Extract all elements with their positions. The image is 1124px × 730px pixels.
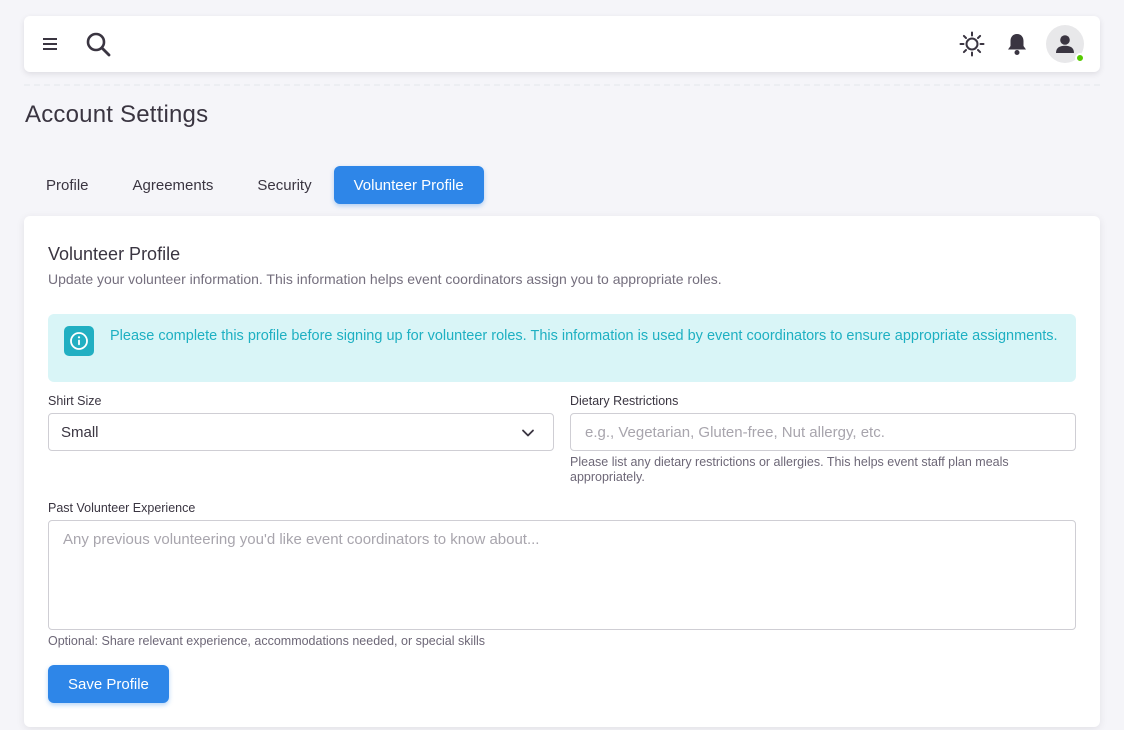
page-title: Account Settings [25,101,209,128]
shirt-size-select[interactable]: Small [48,413,554,451]
settings-tabs: Profile Agreements Security Volunteer Pr… [24,166,484,204]
card-subtitle: Update your volunteer information. This … [48,271,722,287]
tab-security[interactable]: Security [235,166,333,204]
menu-icon[interactable] [38,32,62,56]
volunteer-profile-card: Volunteer Profile Update your volunteer … [24,216,1100,727]
chevron-down-icon [522,429,534,437]
info-icon [64,326,94,356]
shirt-size-label: Shirt Size [48,394,102,408]
divider [24,84,1100,86]
experience-label: Past Volunteer Experience [48,501,196,515]
avatar[interactable] [1046,25,1085,63]
tab-agreements[interactable]: Agreements [111,166,236,204]
shirt-size-value: Small [61,423,99,441]
info-alert: Please complete this profile before sign… [48,314,1076,382]
online-status-dot [1075,53,1085,63]
top-navbar [24,16,1100,72]
experience-textarea[interactable] [48,520,1076,630]
save-profile-button[interactable]: Save Profile [48,665,169,703]
user-icon [1056,35,1074,53]
sun-icon[interactable] [958,30,986,58]
tab-profile[interactable]: Profile [24,166,111,204]
dietary-help-text: Please list any dietary restrictions or … [570,455,1009,484]
alert-message: Please complete this profile before sign… [110,328,1058,344]
tab-volunteer-profile[interactable]: Volunteer Profile [333,166,484,204]
bell-icon[interactable] [1004,30,1030,58]
dietary-restrictions-label: Dietary Restrictions [570,394,679,408]
dietary-restrictions-input[interactable] [570,413,1076,451]
experience-help-text: Optional: Share relevant experience, acc… [48,634,486,648]
card-title: Volunteer Profile [48,244,181,264]
search-icon[interactable] [84,30,112,58]
